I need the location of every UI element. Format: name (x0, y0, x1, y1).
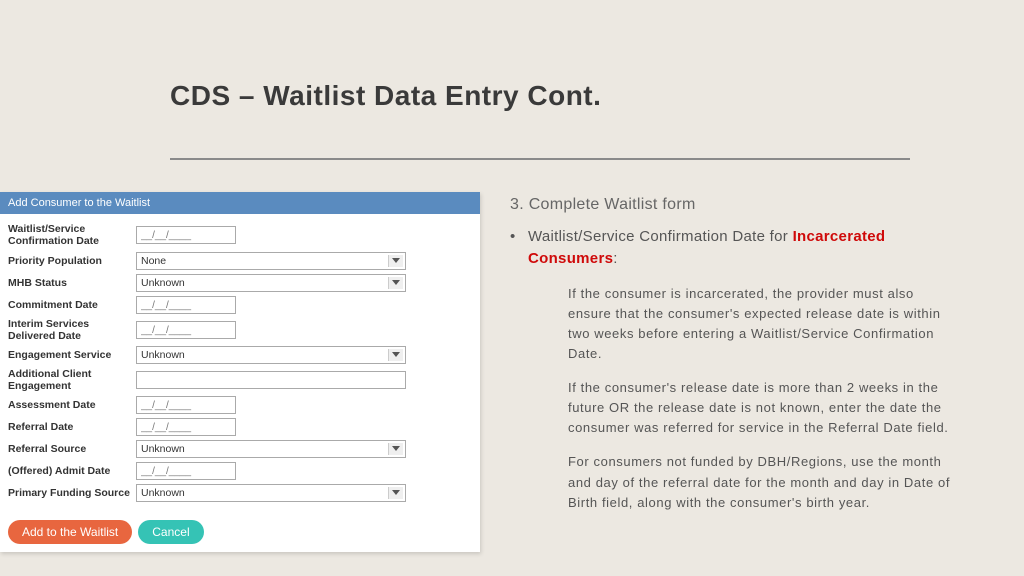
select-priority[interactable]: None (136, 252, 406, 270)
select-engagement-value: Unknown (141, 349, 185, 361)
label-commitment: Commitment Date (8, 299, 136, 311)
form-body: Waitlist/Service Confirmation Date Prior… (0, 214, 480, 514)
chevron-down-icon (392, 258, 400, 263)
label-referral-date: Referral Date (8, 421, 136, 433)
row-admit: (Offered) Admit Date (8, 460, 472, 482)
label-funding: Primary Funding Source (8, 487, 136, 499)
row-referral-source: Referral Source Unknown (8, 438, 472, 460)
label-referral-source: Referral Source (8, 443, 136, 455)
row-priority: Priority Population None (8, 250, 472, 272)
row-assessment: Assessment Date (8, 394, 472, 416)
paragraph-3: For consumers not funded by DBH/Regions,… (510, 452, 960, 512)
label-priority: Priority Population (8, 255, 136, 267)
input-referral-date[interactable] (136, 418, 236, 436)
row-referral-date: Referral Date (8, 416, 472, 438)
chevron-down-icon (392, 446, 400, 451)
select-engagement[interactable]: Unknown (136, 346, 406, 364)
row-interim: Interim Services Delivered Date (8, 316, 472, 344)
select-referral-source-value: Unknown (141, 443, 185, 455)
select-funding-value: Unknown (141, 487, 185, 499)
input-assessment[interactable] (136, 396, 236, 414)
select-funding[interactable]: Unknown (136, 484, 406, 502)
bullet-tail: : (613, 250, 617, 267)
form-button-row: Add to the Waitlist Cancel (0, 514, 480, 552)
input-admit[interactable] (136, 462, 236, 480)
add-to-waitlist-button[interactable]: Add to the Waitlist (8, 520, 132, 544)
waitlist-form-panel: Add Consumer to the Waitlist Waitlist/Se… (0, 192, 480, 552)
label-waitlist-date: Waitlist/Service Confirmation Date (8, 223, 136, 247)
row-waitlist-date: Waitlist/Service Confirmation Date (8, 220, 472, 250)
cancel-button[interactable]: Cancel (138, 520, 203, 544)
label-admit: (Offered) Admit Date (8, 465, 136, 477)
input-interim[interactable] (136, 321, 236, 339)
label-engagement: Engagement Service (8, 349, 136, 361)
bullet-lead: Waitlist/Service Confirmation Date for (528, 228, 793, 245)
horizontal-rule (170, 158, 910, 160)
select-mhb[interactable]: Unknown (136, 274, 406, 292)
paragraph-1: If the consumer is incarcerated, the pro… (510, 284, 960, 365)
select-referral-source[interactable]: Unknown (136, 440, 406, 458)
row-commitment: Commitment Date (8, 294, 472, 316)
bullet-incarcerated: Waitlist/Service Confirmation Date for I… (510, 226, 960, 270)
row-mhb: MHB Status Unknown (8, 272, 472, 294)
label-interim: Interim Services Delivered Date (8, 318, 136, 342)
input-additional-engagement[interactable] (136, 371, 406, 389)
paragraph-2: If the consumer's release date is more t… (510, 378, 960, 438)
select-priority-value: None (141, 255, 166, 267)
row-engagement: Engagement Service Unknown (8, 344, 472, 366)
select-mhb-value: Unknown (141, 277, 185, 289)
input-commitment[interactable] (136, 296, 236, 314)
page-title: CDS – Waitlist Data Entry Cont. (170, 80, 601, 112)
label-assessment: Assessment Date (8, 399, 136, 411)
chevron-down-icon (392, 280, 400, 285)
form-header: Add Consumer to the Waitlist (0, 192, 480, 214)
row-funding: Primary Funding Source Unknown (8, 482, 472, 504)
label-mhb: MHB Status (8, 277, 136, 289)
instructions-panel: 3. Complete Waitlist form Waitlist/Servi… (510, 196, 960, 513)
label-additional: Additional Client Engagement (8, 368, 136, 392)
chevron-down-icon (392, 352, 400, 357)
step-number: 3. Complete Waitlist form (510, 196, 960, 214)
chevron-down-icon (392, 490, 400, 495)
input-waitlist-date[interactable] (136, 226, 236, 244)
row-additional: Additional Client Engagement (8, 366, 472, 394)
